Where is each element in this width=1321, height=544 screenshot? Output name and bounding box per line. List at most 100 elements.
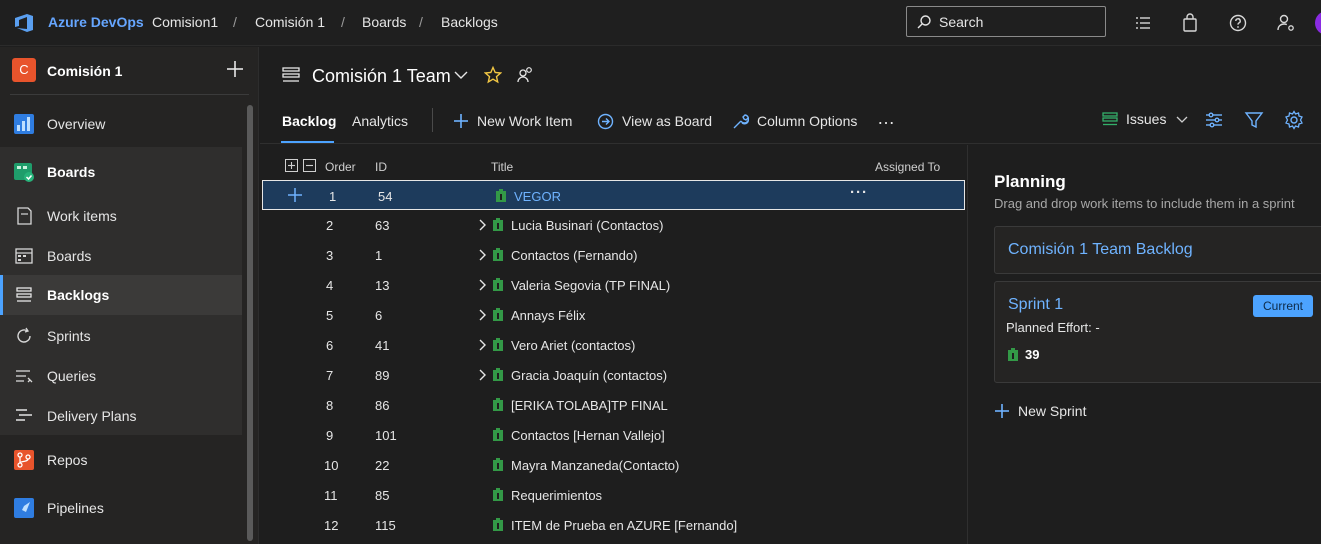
table-row[interactable]: 7 89 Gracia Joaquín (contactos) xyxy=(260,360,967,390)
breadcrumb-boards[interactable]: Boards xyxy=(362,14,406,30)
sidebar-item-work-items[interactable]: Work items xyxy=(0,196,242,236)
row-more-options-button[interactable]: ··· xyxy=(850,184,868,201)
boards-group: Boards Work items Boards Backlogs Sprint… xyxy=(0,147,242,435)
boards-hub-icon xyxy=(14,163,34,182)
id-cell: 1 xyxy=(375,248,383,263)
queries-icon xyxy=(16,370,33,383)
table-row[interactable]: 3 1 Contactos (Fernando) xyxy=(260,240,967,270)
id-cell: 6 xyxy=(375,308,383,323)
work-item-title[interactable]: Requerimientos xyxy=(511,488,602,503)
id-cell: 41 xyxy=(375,338,390,353)
sidebar-item-delivery-plans[interactable]: Delivery Plans xyxy=(0,396,242,436)
sidebar-item-overview[interactable]: Overview xyxy=(0,104,242,144)
team-selector[interactable]: Comisión 1 Team xyxy=(312,66,451,87)
board-icon xyxy=(15,248,33,264)
work-item-title[interactable]: ITEM de Prueba en AZURE [Fernando] xyxy=(511,518,737,533)
shopping-bag-icon[interactable] xyxy=(1180,13,1200,33)
expand-all-button[interactable] xyxy=(285,159,298,172)
azure-devops-logo-icon[interactable] xyxy=(13,12,35,34)
table-row[interactable]: 5 6 Annays Félix xyxy=(260,300,967,330)
work-item-title[interactable]: Lucia Businari (Contactos) xyxy=(511,218,663,233)
filter-icon[interactable] xyxy=(1244,110,1264,130)
work-item-title[interactable]: Mayra Manzaneda(Contacto) xyxy=(511,458,679,473)
sidebar-item-pipelines[interactable]: Pipelines xyxy=(0,488,242,528)
team-members-icon[interactable] xyxy=(516,66,534,84)
breadcrumb-backlogs[interactable]: Backlogs xyxy=(441,14,498,30)
avatar[interactable] xyxy=(1315,11,1321,35)
sidebar-item-boards[interactable]: Boards xyxy=(0,236,242,276)
breadcrumb-organization[interactable]: Comision1 xyxy=(152,14,218,30)
team-backlog-link[interactable]: Comisión 1 Team Backlog xyxy=(1008,241,1193,259)
planning-title: Planning xyxy=(994,172,1066,191)
sidebar-scrollbar[interactable] xyxy=(247,105,253,541)
plus-icon xyxy=(288,162,295,169)
sprint-card[interactable]: Sprint 1 Current Planned Effort: - 39 xyxy=(994,281,1321,383)
chevron-right-icon[interactable] xyxy=(478,309,486,321)
work-item-title[interactable]: VEGOR xyxy=(514,189,561,204)
sidebar-item-boards-hub[interactable]: Boards xyxy=(0,152,242,192)
work-item-title[interactable]: Contactos (Fernando) xyxy=(511,248,637,263)
add-child-icon[interactable] xyxy=(287,187,303,203)
work-item-title[interactable]: Annays Félix xyxy=(511,308,585,323)
new-work-item-button[interactable]: New Work Item xyxy=(453,111,572,131)
chevron-right-icon[interactable] xyxy=(478,219,486,231)
button-label: Column Options xyxy=(757,113,858,129)
grid-header: Order ID Title Assigned To xyxy=(260,152,967,180)
help-icon[interactable] xyxy=(1228,13,1248,33)
sidebar-item-backlogs[interactable]: Backlogs xyxy=(0,275,242,315)
user-settings-icon[interactable] xyxy=(1276,13,1296,33)
more-options-button[interactable]: … xyxy=(877,108,896,129)
brand-name[interactable]: Azure DevOps xyxy=(48,14,144,30)
planning-pane: Planning ✕ Drag and drop work items to i… xyxy=(967,145,1321,544)
column-options-button[interactable]: Column Options xyxy=(732,111,857,131)
chevron-down-icon[interactable] xyxy=(454,71,468,79)
sprint-icon xyxy=(17,327,31,343)
sidebar-item-repos[interactable]: Repos xyxy=(0,440,242,480)
work-item-title[interactable]: Vero Ariet (contactos) xyxy=(511,338,635,353)
new-sprint-button[interactable]: New Sprint xyxy=(994,403,1086,419)
table-row[interactable]: 8 86 [ERIKA TOLABA]TP FINAL xyxy=(260,390,967,420)
table-row[interactable]: 6 41 Vero Ariet (contactos) xyxy=(260,330,967,360)
view-options-icon[interactable] xyxy=(1204,110,1224,130)
breadcrumb-separator: / xyxy=(341,14,345,30)
table-row[interactable]: 2 63 Lucia Businari (Contactos) xyxy=(260,210,967,240)
table-row[interactable]: 12 115 ITEM de Prueba en AZURE [Fernando] xyxy=(260,510,967,540)
chevron-right-icon[interactable] xyxy=(478,279,486,291)
tab-analytics[interactable]: Analytics xyxy=(352,113,408,129)
collapse-all-button[interactable] xyxy=(303,159,316,172)
table-row[interactable]: 9 101 Contactos [Hernan Vallejo] xyxy=(260,420,967,450)
column-header-assigned-to[interactable]: Assigned To xyxy=(875,160,940,174)
project-name[interactable]: Comisión 1 xyxy=(47,63,122,79)
project-badge[interactable]: C xyxy=(12,58,36,82)
breadcrumb-project[interactable]: Comisión 1 xyxy=(255,14,325,30)
issue-icon xyxy=(493,398,503,411)
issue-icon xyxy=(493,308,503,321)
sidebar-item-queries[interactable]: Queries xyxy=(0,356,242,396)
favorite-star-icon[interactable] xyxy=(484,66,502,84)
sidebar-item-label: Overview xyxy=(47,116,106,132)
table-row[interactable]: 11 85 Requerimientos xyxy=(260,480,967,510)
backlog-level-selector[interactable]: Issues xyxy=(1102,111,1188,127)
task-list-icon[interactable] xyxy=(1133,13,1153,33)
work-item-title[interactable]: Contactos [Hernan Vallejo] xyxy=(511,428,665,443)
search-input[interactable]: Search xyxy=(906,6,1106,37)
add-icon[interactable] xyxy=(225,59,245,79)
chevron-right-icon[interactable] xyxy=(478,339,486,351)
view-as-board-button[interactable]: View as Board xyxy=(597,111,712,131)
table-row[interactable]: 10 22 Mayra Manzaneda(Contacto) xyxy=(260,450,967,480)
chevron-right-icon[interactable] xyxy=(478,249,486,261)
work-item-title[interactable]: Valeria Segovia (TP FINAL) xyxy=(511,278,670,293)
settings-gear-icon[interactable] xyxy=(1284,110,1304,130)
sprint-link[interactable]: Sprint 1 xyxy=(1008,296,1063,314)
sidebar-item-sprints[interactable]: Sprints xyxy=(0,316,242,356)
work-item-title[interactable]: Gracia Joaquín (contactos) xyxy=(511,368,667,383)
column-header-order[interactable]: Order xyxy=(325,160,356,174)
table-row[interactable]: 1 54 VEGOR ··· xyxy=(262,180,965,210)
chevron-right-icon[interactable] xyxy=(478,369,486,381)
column-header-title[interactable]: Title xyxy=(491,160,513,174)
column-header-id[interactable]: ID xyxy=(375,160,387,174)
work-item-title[interactable]: [ERIKA TOLABA]TP FINAL xyxy=(511,398,668,413)
table-row[interactable]: 4 13 Valeria Segovia (TP FINAL) xyxy=(260,270,967,300)
team-backlog-card[interactable]: Comisión 1 Team Backlog xyxy=(994,226,1321,274)
tab-backlog[interactable]: Backlog xyxy=(282,113,336,129)
